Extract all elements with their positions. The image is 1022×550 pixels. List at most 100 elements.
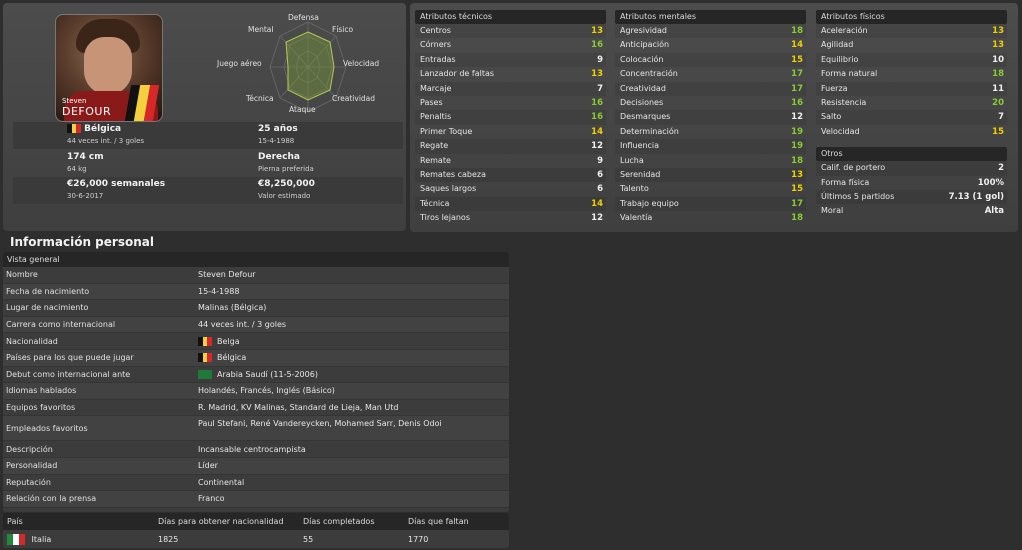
attribute-value: 17 [791, 83, 803, 94]
attribute-row[interactable]: Desmarques 12 [615, 110, 806, 125]
info-row: Idiomas hablados Holandés, Francés, Inglé… [3, 383, 509, 400]
attribute-row[interactable]: Marcaje 7 [415, 81, 606, 96]
attribute-name: Trabajo equipo [620, 198, 679, 208]
info-value-text: 44 veces int. / 3 goles [198, 320, 287, 330]
attribute-row[interactable]: Agresividad 18 [615, 24, 806, 39]
info-row: Personalidad Líder [3, 457, 509, 475]
attribute-row[interactable]: Valentía 18 [615, 211, 806, 225]
attribute-row[interactable]: Últimos 5 partidos 7.13 (1 gol) [816, 189, 1007, 205]
attribute-name: Valentía [620, 213, 653, 223]
mental-list: Agresividad 18 Anticipación 14 Colocación 15 C… [615, 24, 806, 225]
attribute-row[interactable]: Remates cabeza 6 [415, 167, 606, 183]
attribute-row[interactable]: Influencia 19 [615, 139, 806, 154]
attribute-row[interactable]: Serenidad 13 [615, 167, 806, 183]
info-value-text: Steven Defour [198, 270, 256, 280]
attribute-row[interactable]: Trabajo equipo 17 [615, 196, 806, 212]
attribute-row[interactable]: Pases 16 [415, 96, 606, 110]
attribute-row[interactable]: Técnica 14 [415, 196, 606, 212]
country-name: Italia [31, 534, 52, 544]
radar-label-ataque: Ataque [289, 105, 316, 114]
mental-title: Atributos mentales [615, 10, 806, 24]
attribute-row[interactable]: Concentración 17 [615, 67, 806, 81]
info-key: Lugar de nacimiento [6, 303, 89, 313]
attribute-row[interactable]: Aceleración 13 [816, 24, 1007, 39]
attributes-panel: Atributos técnicos Centros 13 Córners 16 Ent… [410, 3, 1018, 232]
info-key: Nombre [6, 270, 38, 280]
attribute-row[interactable]: Córners 16 [415, 38, 606, 52]
attribute-row[interactable]: Tiros lejanos 12 [415, 211, 606, 225]
attribute-row[interactable]: Decisiones 16 [615, 96, 806, 110]
player-height: 174 cm [67, 152, 104, 162]
info-value: 15-4-1988 [198, 287, 509, 296]
attribute-row[interactable]: Talento 15 [615, 182, 806, 196]
info-value: Continental [198, 478, 509, 487]
personal-info-panel: Vista general Nombre Steven Defour Fecha d… [3, 252, 509, 512]
info-row: Empleados favoritos Paul Stefani, René Va… [3, 416, 509, 442]
info-value: Arabia Saudí (11-5-2006) [198, 369, 509, 379]
attribute-row[interactable]: Equilibrio 10 [816, 52, 1007, 68]
player-age: 25 años [258, 124, 298, 134]
nationality-table-header: País Días para obtener nacionalidad Días… [3, 513, 509, 530]
attribute-row[interactable]: Agilidad 13 [816, 38, 1007, 52]
attribute-row[interactable]: Entradas 9 [415, 52, 606, 68]
info-key: Carrera como internacional [6, 320, 116, 330]
player-value: €8,250,000 [258, 179, 315, 189]
attribute-row[interactable]: Primer Toque 14 [415, 125, 606, 139]
attribute-row[interactable]: Penaltis 16 [415, 110, 606, 125]
flag-icon [198, 336, 212, 346]
attribute-row[interactable]: Centros 13 [415, 24, 606, 39]
attribute-row[interactable]: Lanzador de faltas 13 [415, 67, 606, 81]
attribute-row[interactable]: Lucha 18 [615, 154, 806, 168]
info-value-text: Malinas (Bélgica) [198, 303, 267, 313]
attribute-row[interactable]: Salto 7 [816, 110, 1007, 125]
attribute-row[interactable]: Forma natural 18 [816, 67, 1007, 81]
col-days-done[interactable]: Días completados [303, 517, 408, 526]
attribute-value: Alta [984, 206, 1004, 217]
attribute-row[interactable]: Calif. de portero 2 [816, 161, 1007, 176]
attribute-name: Decisiones [620, 97, 664, 107]
attribute-name: Talento [620, 184, 649, 194]
attribute-value: 15 [791, 54, 803, 65]
attribute-name: Salto [821, 112, 842, 122]
col-country[interactable]: País [3, 517, 158, 526]
col-days-needed[interactable]: Días para obtener nacionalidad [158, 517, 303, 526]
attribute-row[interactable]: Determinación 19 [615, 125, 806, 139]
attribute-row[interactable]: Resistencia 20 [816, 96, 1007, 110]
player-card: Steven DEFOUR Defensa Físico Velocidad C… [3, 3, 406, 231]
attribute-row[interactable]: Saques largos 6 [415, 182, 606, 196]
attribute-row[interactable]: Velocidad 15 [816, 125, 1007, 139]
attribute-row[interactable]: Remate 9 [415, 154, 606, 168]
attribute-value: 18 [791, 213, 803, 224]
radar-label-fisico: Físico [332, 25, 354, 34]
attribute-name: Concentración [620, 69, 678, 79]
attribute-row[interactable]: Anticipación 14 [615, 38, 806, 52]
info-value: Steven Defour [198, 270, 509, 279]
attribute-row[interactable]: Regate 12 [415, 139, 606, 154]
attribute-row[interactable]: Moral Alta [816, 204, 1007, 218]
col-days-left[interactable]: Días que faltan [408, 517, 509, 526]
attribute-row[interactable]: Colocación 15 [615, 52, 806, 68]
info-key: Idiomas hablados [6, 386, 77, 396]
info-value-text: Incansable centrocampista [198, 444, 306, 454]
attribute-name: Desmarques [620, 112, 671, 122]
info-value: Paul Stefani, René Vandereycken, Mohamed… [198, 416, 509, 440]
table-row[interactable]: Italia 1825 55 1770 [3, 530, 509, 548]
attribute-row[interactable]: Forma física 100% [816, 176, 1007, 190]
radar-shape [285, 31, 335, 101]
attribute-name: Aceleración [821, 26, 868, 35]
info-value-text: Holandés, Francés, Inglés (Básico) [198, 386, 335, 396]
info-key: Equipos favoritos [6, 403, 76, 413]
attribute-value: 14 [591, 126, 603, 137]
info-value: 44 veces int. / 3 goles [198, 320, 509, 329]
info-row: Carrera como internacional 44 veces int. … [3, 316, 509, 334]
radar-label-juego-aereo: Juego aéreo [217, 59, 262, 68]
attribute-name: Centros [420, 26, 451, 35]
attribute-value: 6 [597, 169, 603, 180]
attribute-row[interactable]: Creatividad 17 [615, 81, 806, 96]
attribute-value: 100% [977, 177, 1004, 188]
player-contract-end: 30-6-2017 [67, 192, 104, 200]
radar-label-tecnica: Técnica [246, 94, 274, 103]
attribute-name: Fuerza [821, 83, 848, 93]
attribute-value: 17 [791, 198, 803, 209]
attribute-row[interactable]: Fuerza 11 [816, 81, 1007, 96]
